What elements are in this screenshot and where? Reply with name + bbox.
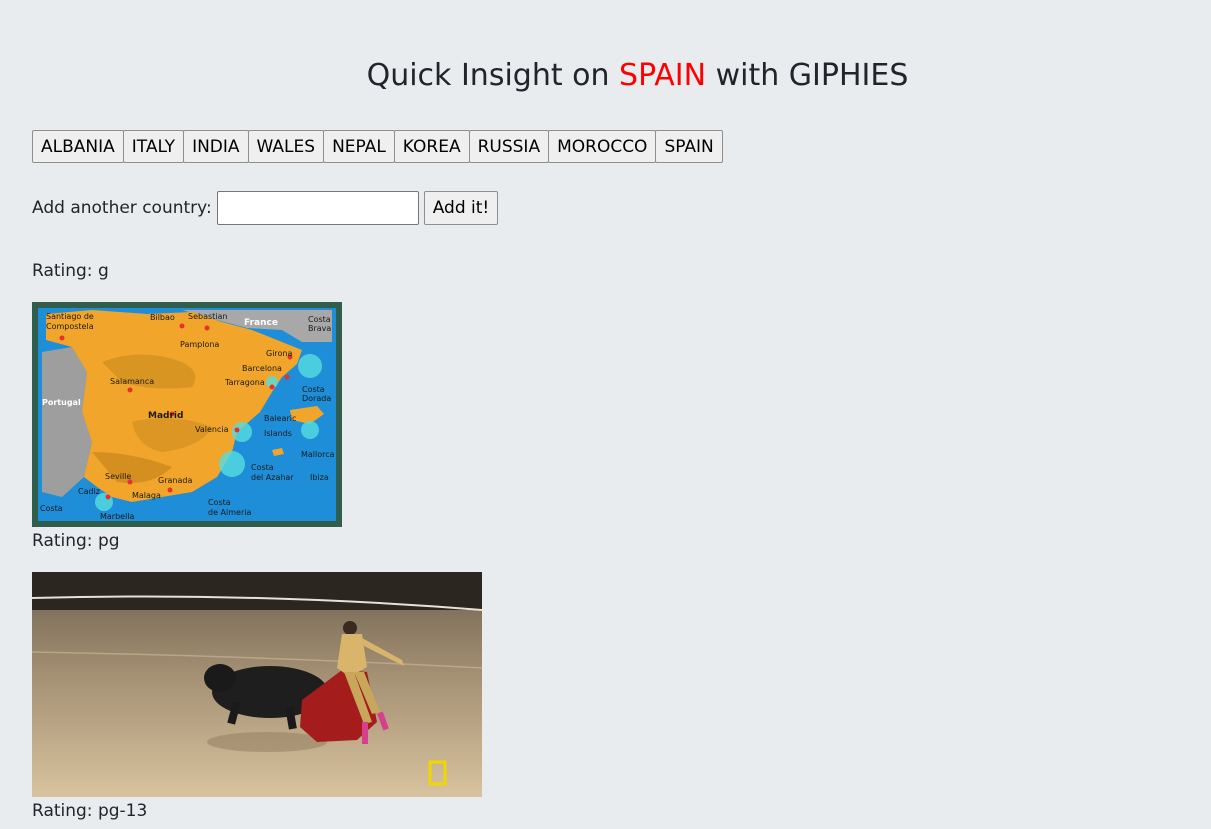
svg-text:de Almeria: de Almeria: [208, 508, 251, 517]
svg-text:France: France: [244, 318, 278, 328]
title-country: SPAIN: [619, 58, 707, 93]
svg-text:del Azahar: del Azahar: [251, 473, 294, 482]
svg-text:Ibiza: Ibiza: [310, 473, 329, 482]
gif-rating: Rating: pg: [32, 531, 120, 551]
svg-text:Costa: Costa: [208, 498, 231, 507]
page: Quick Insight on SPAIN with GIPHIES ALBA…: [0, 0, 1211, 829]
bullfight-gif: [32, 572, 482, 797]
svg-text:Balearic: Balearic: [264, 414, 296, 423]
svg-text:Costa: Costa: [308, 315, 331, 324]
title-prefix: Quick Insight on: [366, 58, 620, 93]
spain-map-gif: Santiago de Compostela Bilbao Sebastian …: [32, 302, 342, 527]
add-country-label: Add another country:: [32, 198, 212, 218]
spain-map-image: Santiago de Compostela Bilbao Sebastian …: [32, 302, 342, 527]
bullfight-image: [32, 572, 482, 797]
svg-text:Mallorca: Mallorca: [301, 450, 335, 459]
svg-text:Dorada: Dorada: [302, 394, 331, 403]
svg-text:Costa: Costa: [40, 504, 63, 513]
page-title: Quick Insight on SPAIN with GIPHIES: [0, 58, 1211, 94]
svg-text:Santiago de: Santiago de: [46, 312, 94, 321]
svg-text:Girona: Girona: [266, 349, 293, 358]
svg-text:Madrid: Madrid: [148, 411, 183, 421]
svg-text:Barcelona: Barcelona: [242, 364, 282, 373]
country-button-russia[interactable]: RUSSIA: [468, 130, 550, 163]
title-suffix: with GIPHIES: [706, 58, 909, 93]
country-button-wales[interactable]: WALES: [247, 130, 325, 163]
svg-text:Marbella: Marbella: [100, 512, 135, 521]
svg-text:Islands: Islands: [264, 429, 292, 438]
svg-text:Portugal: Portugal: [42, 398, 81, 407]
svg-text:Granada: Granada: [158, 476, 192, 485]
svg-text:Bilbao: Bilbao: [150, 313, 175, 322]
gif-rating: Rating: g: [32, 261, 109, 281]
country-button-spain[interactable]: SPAIN: [655, 130, 723, 163]
country-button-korea[interactable]: KOREA: [393, 130, 470, 163]
svg-text:Costa: Costa: [302, 385, 325, 394]
country-button-albania[interactable]: ALBANIA: [32, 130, 124, 163]
svg-text:Salamanca: Salamanca: [110, 377, 154, 386]
svg-text:Costa: Costa: [251, 463, 274, 472]
svg-text:Tarragona: Tarragona: [224, 378, 265, 387]
svg-text:Sebastian: Sebastian: [188, 312, 227, 321]
svg-text:Pamplona: Pamplona: [180, 340, 219, 349]
svg-text:Seville: Seville: [105, 472, 131, 481]
svg-text:Brava: Brava: [308, 324, 331, 333]
add-it-button[interactable]: Add it!: [423, 191, 499, 225]
country-button-italy[interactable]: ITALY: [122, 130, 185, 163]
add-country-input[interactable]: [216, 191, 419, 225]
svg-text:Valencia: Valencia: [195, 425, 229, 434]
country-button-india[interactable]: INDIA: [183, 130, 249, 163]
add-country-form: Add another country: Add it!: [32, 191, 499, 225]
svg-text:Malaga: Malaga: [132, 491, 161, 500]
country-button-morocco[interactable]: MOROCCO: [548, 130, 657, 163]
gif-rating: Rating: pg-13: [32, 801, 148, 821]
country-button-nepal[interactable]: NEPAL: [323, 130, 395, 163]
country-button-bar: ALBANIA ITALY INDIA WALES NEPAL KOREA RU…: [32, 130, 723, 163]
svg-text:Compostela: Compostela: [46, 322, 94, 331]
svg-text:Cadiz: Cadiz: [78, 487, 100, 496]
